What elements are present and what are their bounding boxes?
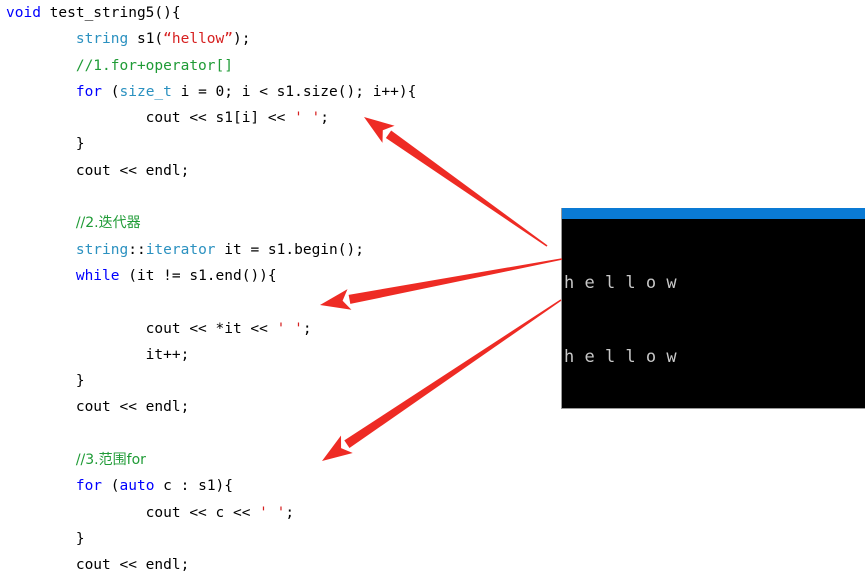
code-token: cout << endl; xyxy=(6,399,190,416)
code-token: (it != s1.end()){ xyxy=(119,267,277,284)
code-token: auto xyxy=(119,478,155,495)
code-token: } xyxy=(6,136,85,153)
code-token: ' ' xyxy=(276,320,303,337)
code-token: iterator xyxy=(145,241,216,258)
code-token: //1.for+operator[] xyxy=(75,57,233,74)
code-token: size_t xyxy=(119,83,172,100)
code-line[interactable]: while (it != s1.end()){ xyxy=(0,263,560,289)
code-line[interactable]: cout << *it << ' '; xyxy=(0,316,560,342)
code-token: } xyxy=(6,530,85,547)
code-token: cout << endl; xyxy=(6,557,190,574)
code-line[interactable]: } xyxy=(0,368,560,394)
code-token: “hellow” xyxy=(163,31,233,48)
code-line[interactable]: void test_string5(){ xyxy=(0,0,560,26)
code-line[interactable]: it++; xyxy=(0,342,560,368)
code-token: void xyxy=(6,5,41,21)
console-titlebar[interactable] xyxy=(562,208,865,219)
code-editor[interactable]: void test_string5(){ string s1(“hellow”)… xyxy=(0,0,560,579)
code-token: ( xyxy=(102,83,120,100)
code-token: ( xyxy=(102,478,120,495)
code-token: it++; xyxy=(6,346,190,363)
code-line[interactable]: //2.迭代器 xyxy=(0,210,560,236)
code-token: ; xyxy=(285,504,295,521)
code-line[interactable]: cout << s1[i] << ' '; xyxy=(0,105,560,131)
code-token: ' ' xyxy=(259,504,286,521)
code-token: ; xyxy=(320,110,330,127)
code-token: //2.迭代器 xyxy=(75,215,141,232)
code-line[interactable]: cout << endl; xyxy=(0,158,560,184)
code-line[interactable]: } xyxy=(0,131,560,157)
screenshot-root: void test_string5(){ string s1(“hellow”)… xyxy=(0,0,865,579)
code-line[interactable] xyxy=(0,184,560,210)
code-line[interactable]: string::iterator it = s1.begin(); xyxy=(0,237,560,263)
code-token: cout << *it << xyxy=(6,320,277,337)
code-token: it = s1.begin(); xyxy=(215,241,364,258)
code-token: //3.范围for xyxy=(75,452,146,469)
code-line[interactable]: //3.范围for xyxy=(0,447,560,473)
console-window[interactable]: h e l l o w h e l l o w h e l l o w 请按任意… xyxy=(561,208,865,409)
code-token: cout << c << xyxy=(6,504,260,521)
code-line[interactable]: } xyxy=(0,526,560,552)
code-token: } xyxy=(6,373,85,390)
code-token: c : s1){ xyxy=(154,478,234,495)
code-token: test_string5(){ xyxy=(40,5,181,21)
console-line: h e l l o w xyxy=(564,273,687,293)
code-token: for xyxy=(75,478,103,495)
code-line[interactable] xyxy=(0,421,560,447)
console-line: h e l l o w xyxy=(564,346,687,367)
code-token: string xyxy=(75,31,129,48)
code-token: cout << endl; xyxy=(6,162,190,179)
console-output: h e l l o w h e l l o w h e l l o w 请按任意… xyxy=(562,219,865,408)
code-token: ; xyxy=(302,320,312,337)
code-line[interactable]: cout << endl; xyxy=(0,552,560,578)
code-token: for xyxy=(75,83,103,100)
code-token: :: xyxy=(128,241,146,258)
code-line[interactable]: //1.for+operator[] xyxy=(0,53,560,79)
code-token: ); xyxy=(233,31,251,48)
code-token: string xyxy=(75,241,129,258)
code-token: while xyxy=(75,267,120,284)
code-token: cout << s1[i] << xyxy=(6,110,295,127)
code-token: ' ' xyxy=(294,110,321,127)
code-line[interactable]: for (size_t i = 0; i < s1.size(); i++){ xyxy=(0,79,560,105)
code-line[interactable]: string s1(“hellow”); xyxy=(0,26,560,52)
code-line[interactable]: cout << endl; xyxy=(0,394,560,420)
code-line[interactable] xyxy=(0,289,560,315)
code-token: s1( xyxy=(128,31,164,48)
code-token: i = 0; i < s1.size(); i++){ xyxy=(171,83,417,100)
code-line[interactable]: for (auto c : s1){ xyxy=(0,473,560,499)
code-line[interactable]: cout << c << ' '; xyxy=(0,500,560,526)
